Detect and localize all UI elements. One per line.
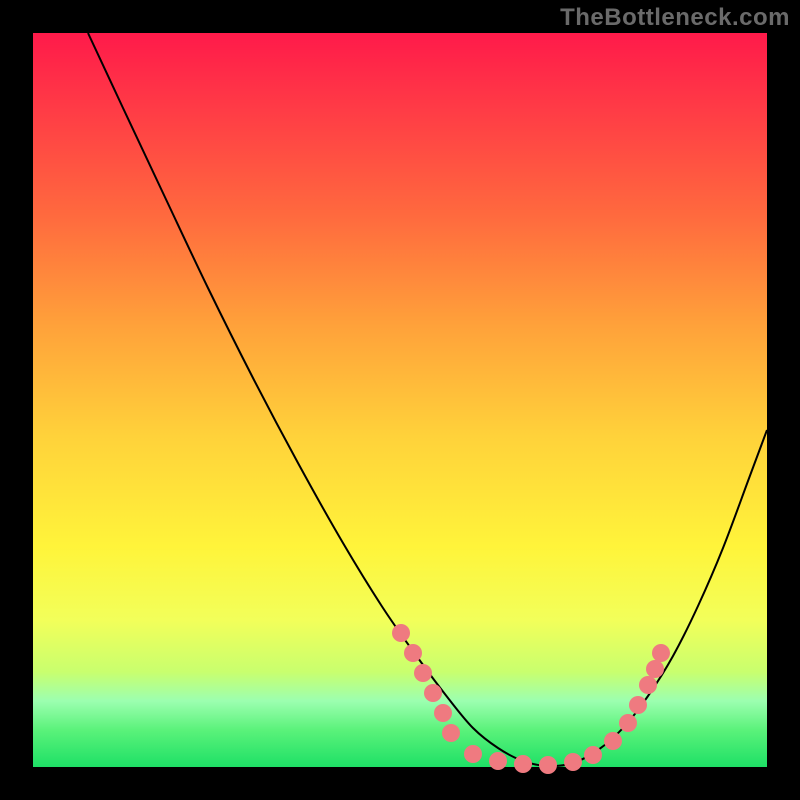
marker-dot [464,745,482,763]
marker-dot [639,676,657,694]
marker-dot [646,660,664,678]
marker-group [392,624,670,774]
marker-dot [414,664,432,682]
marker-dot [489,752,507,770]
watermark-text: TheBottleneck.com [560,4,790,32]
marker-dot [652,644,670,662]
marker-dot [629,696,647,714]
marker-dot [404,644,422,662]
marker-dot [514,755,532,773]
chart-svg [33,33,767,767]
marker-dot [584,746,602,764]
marker-dot [619,714,637,732]
marker-dot [424,684,442,702]
marker-dot [434,704,452,722]
marker-dot [564,753,582,771]
chart-stage: TheBottleneck.com [0,0,800,800]
marker-dot [442,724,460,742]
marker-dot [539,756,557,774]
marker-dot [604,732,622,750]
marker-dot [392,624,410,642]
